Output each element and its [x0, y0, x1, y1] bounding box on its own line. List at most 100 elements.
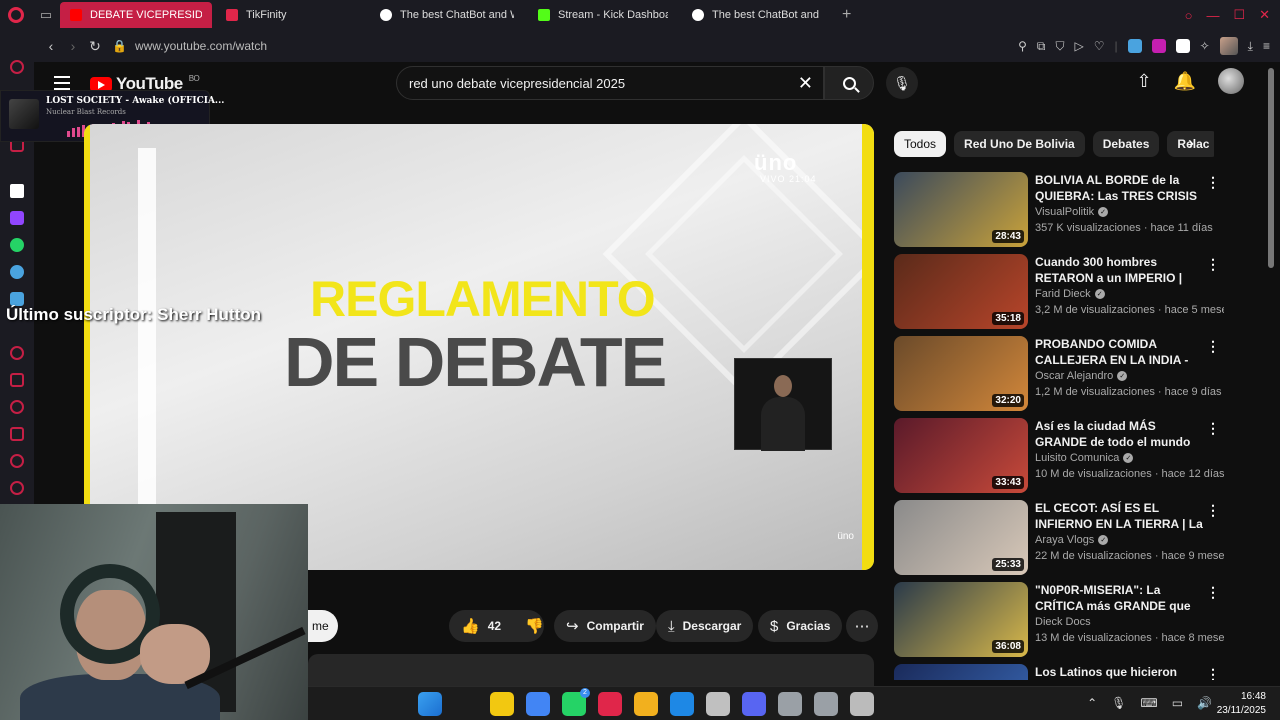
channel-name[interactable]: Dieck Docs [1035, 616, 1091, 628]
opera-taskbar-icon[interactable] [598, 692, 622, 716]
video-thumbnail[interactable]: 32:20 [894, 336, 1028, 411]
download-button[interactable]: ⤓ Descargar [656, 610, 754, 642]
whatsapp-icon[interactable] [10, 238, 24, 252]
video-title[interactable]: EL CECOT: ASÍ ES EL INFIERNO EN LA TIERR… [1035, 500, 1205, 532]
start-menu-icon[interactable] [418, 692, 442, 716]
tab-youtube-debate[interactable]: DEBATE VICEPRESIDENCI [60, 2, 212, 28]
extensions-puzzle-icon[interactable]: ✧ [1200, 39, 1210, 53]
store-icon[interactable] [670, 692, 694, 716]
video-thumbnail[interactable] [894, 664, 1028, 680]
video-thumbnail[interactable]: 36:08 [894, 582, 1028, 657]
ai-prompt-icon[interactable] [10, 184, 24, 198]
channel-name[interactable]: Farid Dieck [1035, 288, 1091, 300]
video-title[interactable]: PROBANDO COMIDA CALLEJERA EN LA INDIA - … [1035, 336, 1205, 368]
search-tabs-icon[interactable]: ○ [1185, 8, 1193, 23]
recommendation-item[interactable]: 32:20 PROBANDO COMIDA CALLEJERA EN LA IN… [894, 336, 1224, 418]
forward-icon[interactable]: › [62, 38, 84, 54]
reload-icon[interactable]: ↻ [84, 38, 106, 55]
clock[interactable]: 16:48 23/11/2025 [1217, 690, 1266, 718]
clear-search-icon[interactable]: ✕ [798, 73, 813, 94]
twitch-icon[interactable] [10, 211, 24, 225]
bookmarks-icon[interactable] [10, 373, 24, 387]
app-icon[interactable] [814, 692, 838, 716]
volume-icon[interactable]: 🔊 [1197, 696, 1212, 710]
channel-name[interactable]: Oscar Alejandro [1035, 370, 1113, 382]
taskbar-search-icon[interactable] [454, 692, 478, 716]
video-thumbnail[interactable]: 25:33 [894, 500, 1028, 575]
back-icon[interactable]: ‹ [40, 38, 62, 54]
aria-icon[interactable] [10, 60, 24, 74]
url-field[interactable]: 🔒 www.youtube.com/watch [112, 39, 267, 53]
shield-icon[interactable]: ⛉ [1055, 39, 1064, 54]
recommendation-item[interactable]: 25:33 EL CECOT: ASÍ ES EL INFIERNO EN LA… [894, 500, 1224, 582]
recommendation-item[interactable]: Los Latinos que hicieron ⋮ [894, 664, 1224, 680]
extension-white-icon[interactable] [1175, 39, 1190, 53]
tab-tikfinity[interactable]: TikFinity [216, 2, 366, 28]
heart-icon[interactable]: ♡ [1094, 39, 1105, 53]
easy-setup-icon[interactable]: ≡ [1263, 39, 1270, 53]
video-title[interactable]: "N0P0R-MISERIA": La CRÍTICA más GRANDE q… [1035, 582, 1205, 614]
notifications-bell-icon[interactable]: 🔔 [1174, 71, 1196, 92]
whatsapp-taskbar-icon[interactable]: 2 [562, 688, 590, 716]
profile-avatar[interactable] [1219, 37, 1238, 55]
search-input[interactable]: red uno debate vicepresidencial 2025 ✕ [396, 66, 824, 100]
chip-todos[interactable]: Todos [894, 131, 947, 157]
voice-search-button[interactable]: 🎙 [886, 67, 918, 99]
new-tab-button[interactable]: + [836, 6, 857, 24]
app-icon[interactable] [778, 692, 802, 716]
thanks-button[interactable]: $ Gracias [758, 610, 843, 642]
menu-icon[interactable] [54, 76, 70, 90]
extension-blue-icon[interactable] [1127, 39, 1142, 53]
settings-gear-icon[interactable] [10, 481, 24, 495]
share-button[interactable]: ↪ Compartir [554, 610, 656, 642]
snapshot-icon[interactable]: ⧉ [1037, 39, 1046, 54]
display-icon[interactable]: ▭ [1172, 696, 1183, 710]
download-icon[interactable]: ⤓ [1248, 39, 1253, 54]
recommendation-item[interactable]: 28:43 BOLIVIA AL BORDE de la QUIEBRA: La… [894, 172, 1224, 254]
minimize-icon[interactable]: — [1206, 8, 1219, 23]
video-thumbnail[interactable]: 33:43 [894, 418, 1028, 493]
more-options-icon[interactable]: ⋮ [1206, 338, 1220, 355]
upload-icon[interactable]: ⇧ [1136, 71, 1151, 92]
video-thumbnail[interactable]: 28:43 [894, 172, 1028, 247]
description-box[interactable] [308, 654, 874, 686]
downloads-sidebar-icon[interactable] [10, 427, 24, 441]
more-options-icon[interactable]: ⋮ [1206, 666, 1220, 680]
video-title[interactable]: Los Latinos que hicieron [1035, 664, 1205, 680]
subscribe-button[interactable]: me [308, 610, 338, 642]
player-icon[interactable]: ▷ [1074, 39, 1083, 53]
app-icon[interactable] [850, 692, 874, 716]
player-sidebar-icon[interactable] [10, 346, 24, 360]
like-thumb-icon[interactable]: 👍 [461, 617, 480, 635]
dislike-thumb-icon[interactable]: 👎 [525, 617, 544, 635]
video-thumbnail[interactable]: 35:18 [894, 254, 1028, 329]
channel-name[interactable]: Luisito Comunica [1035, 452, 1119, 464]
video-title[interactable]: BOLIVIA AL BORDE de la QUIEBRA: Las TRES… [1035, 172, 1205, 204]
extensions-sidebar-icon[interactable] [10, 454, 24, 468]
account-avatar[interactable] [1218, 68, 1244, 94]
chips-next-icon[interactable]: › [1188, 133, 1194, 154]
extension-sidebar-icon[interactable] [10, 292, 24, 306]
more-options-icon[interactable]: ⋮ [1206, 174, 1220, 191]
chip-red-uno[interactable]: Red Uno De Bolivia [954, 131, 1085, 157]
more-options-icon[interactable]: ⋮ [1206, 256, 1220, 273]
opera-logo-icon[interactable] [0, 0, 32, 30]
tab-chatbot-1[interactable]: The best ChatBot and Wi [370, 2, 524, 28]
file-explorer-icon[interactable] [634, 692, 658, 716]
recommendation-item[interactable]: 33:43 Así es la ciudad MÁS GRANDE de tod… [894, 418, 1224, 500]
channel-name[interactable]: Araya Vlogs [1035, 534, 1094, 546]
more-options-icon[interactable]: ⋮ [1206, 502, 1220, 519]
close-window-icon[interactable]: ✕ [1259, 7, 1270, 23]
chrome-icon[interactable] [526, 692, 550, 716]
tray-expand-icon[interactable]: ⌃ [1087, 696, 1097, 710]
extension-purple-icon[interactable] [1151, 39, 1166, 53]
maximize-icon[interactable]: ☐ [1233, 7, 1245, 23]
chip-debates[interactable]: Debates [1092, 131, 1160, 157]
sticky-notes-icon[interactable] [490, 692, 514, 716]
recommendation-item[interactable]: 36:08 "N0P0R-MISERIA": La CRÍTICA más GR… [894, 582, 1224, 664]
search-button[interactable] [824, 66, 874, 100]
more-options-icon[interactable]: ⋮ [1206, 584, 1220, 601]
history-icon[interactable] [10, 400, 24, 414]
keyboard-icon[interactable]: ⌨ [1140, 696, 1157, 710]
pin-icon[interactable]: ⚲ [1018, 39, 1027, 53]
